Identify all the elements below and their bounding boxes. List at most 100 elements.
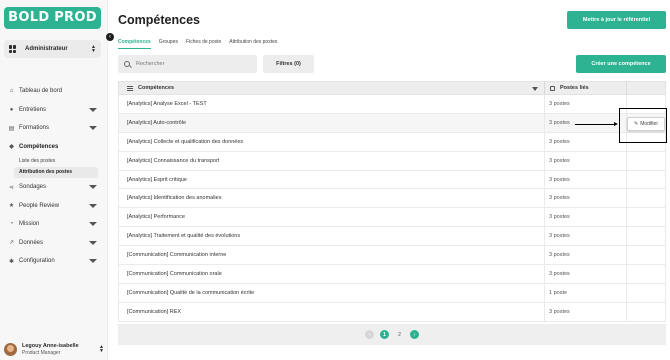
sidebar-item-label: Sondages xyxy=(19,184,47,191)
prev-page-button[interactable]: ‹ xyxy=(365,330,374,339)
role-label: Administrateur xyxy=(25,46,68,52)
linked-posts[interactable]: 3 postes xyxy=(545,132,627,151)
competence-name: [Communication] Communication orale xyxy=(119,265,545,283)
table-row[interactable]: [Analytics] Analyse Excel - TEST 3 postes xyxy=(118,95,666,114)
table-row[interactable]: [Communication] Qualité de la communicat… xyxy=(118,283,666,303)
pie-icon: ◔ xyxy=(9,221,14,228)
linked-posts[interactable]: 3 postes xyxy=(545,170,627,189)
sidebar-item-mission[interactable]: ◔ Mission xyxy=(0,215,108,234)
competence-name: [Analytics] Analyse Excel - TEST xyxy=(119,95,545,113)
column-header-postes-lies[interactable]: Postes liés xyxy=(545,82,627,94)
subitem-attribution-des-postes[interactable]: Attribution des postes xyxy=(14,167,98,178)
sidebar-item-sondages[interactable]: ⋖ Sondages xyxy=(0,178,108,197)
table-row[interactable]: [Analytics] Identification des anomalies… xyxy=(118,189,666,209)
sidebar-item-configuration[interactable]: ✱ Configuration xyxy=(0,252,108,271)
column-label: Postes liés xyxy=(560,85,589,91)
sidebar-item-formations[interactable]: ▤ Formations xyxy=(0,119,108,138)
row-actions xyxy=(627,227,665,245)
tabs: Compétences Groupes Fiches de poste Attr… xyxy=(118,39,285,49)
linked-posts[interactable]: 3 postes xyxy=(545,265,627,283)
pagination: ‹ 1 2 › xyxy=(118,324,666,345)
update-referential-button[interactable]: Mettre à jour le référentiel xyxy=(567,11,666,29)
row-actions xyxy=(627,189,665,207)
sidebar-item-people-review[interactable]: ★ People Review xyxy=(0,197,108,216)
table-row[interactable]: [Analytics] Connaissance du transport 3 p… xyxy=(118,151,666,171)
filters-button[interactable]: Filtres (0) xyxy=(263,55,314,73)
sidebar-item-tableau-de-bord[interactable]: ⌂ Tableau de bord xyxy=(0,82,108,101)
page-2-button[interactable]: 2 xyxy=(395,330,404,339)
linked-posts[interactable]: 3 postes xyxy=(545,246,627,265)
table-row[interactable]: [Analytics] Traitement et qualité des év… xyxy=(118,227,666,247)
sidebar-item-competences[interactable]: ◆ Compétences xyxy=(0,138,108,157)
competence-name: [Communication] Qualité de la communicat… xyxy=(119,283,545,302)
user-menu[interactable]: Legouy Anne-isabelle Product Manager ▲ ▼ xyxy=(4,341,104,357)
next-page-button[interactable]: › xyxy=(410,330,419,339)
sidebar-item-label: Entretiens xyxy=(19,106,47,113)
chevron-down-icon xyxy=(89,259,97,263)
row-actions xyxy=(627,208,665,226)
app-logo[interactable]: BOLD PROD xyxy=(4,7,101,29)
chevron-down-icon xyxy=(89,222,97,226)
table-row[interactable]: [Communication] REX 3 postes xyxy=(118,302,666,322)
sidebar-item-donnees[interactable]: ↗ Données xyxy=(0,234,108,253)
pencil-icon: ✎ xyxy=(634,121,639,127)
sort-down-icon[interactable] xyxy=(532,87,538,91)
table-row[interactable]: [Communication] Communication orale 3 pos… xyxy=(118,265,666,284)
table-row[interactable]: [Analytics] Esprit critique 3 postes xyxy=(118,170,666,190)
page-1-button[interactable]: 1 xyxy=(380,330,389,339)
document-icon xyxy=(550,85,555,91)
row-actions xyxy=(627,284,665,302)
updown-icon: ▲ ▼ xyxy=(91,44,96,54)
linked-posts[interactable]: 3 postes xyxy=(545,227,627,246)
tab-attribution-des-postes[interactable]: Attribution des postes xyxy=(229,39,277,49)
subitem-liste-des-postes[interactable]: Liste des postes xyxy=(0,156,108,167)
user-name: Legouy Anne-isabelle xyxy=(22,342,79,349)
sidebar-item-entretiens[interactable]: ● Entretiens xyxy=(0,101,108,120)
sidebar-item-label: Configuration xyxy=(19,258,55,265)
sidebar: BOLD PROD Administrateur ▲ ▼ ⌂ Tableau de… xyxy=(0,0,108,360)
tab-competences[interactable]: Compétences xyxy=(118,39,151,49)
share-icon: ⋖ xyxy=(8,184,15,191)
grid-icon xyxy=(9,45,17,53)
user-role: Product Manager xyxy=(22,349,61,356)
create-competence-button[interactable]: Créer une compétence xyxy=(576,55,666,73)
sidebar-nav: ⌂ Tableau de bord ● Entretiens ▤ Formati… xyxy=(0,82,108,271)
star-icon: ★ xyxy=(8,203,15,210)
table-row[interactable]: [Analytics] Performance 3 postes xyxy=(118,208,666,228)
column-label: Compétences xyxy=(138,85,175,91)
search-placeholder: Rechercher xyxy=(136,61,165,67)
home-icon: ⌂ xyxy=(9,88,14,95)
chevron-down-icon xyxy=(89,240,97,245)
search-input[interactable]: Rechercher xyxy=(118,55,257,73)
collapse-sidebar-button[interactable]: ‹ xyxy=(106,33,114,41)
linked-posts[interactable]: 3 postes xyxy=(545,189,627,208)
linked-posts[interactable]: 3 postes xyxy=(545,208,627,227)
chevron-down-icon xyxy=(89,185,97,189)
linked-posts[interactable]: 3 postes xyxy=(545,302,627,321)
column-header-competences[interactable]: Compétences xyxy=(119,82,545,94)
linked-posts[interactable]: 3 postes xyxy=(545,151,627,170)
updown-icon: ▲ ▼ xyxy=(99,344,104,354)
competence-name: [Analytics] Collecte et qualification de… xyxy=(119,132,545,151)
table-row[interactable]: [Analytics] Collecte et qualification de… xyxy=(118,132,666,152)
sidebar-item-label: People Review xyxy=(19,202,60,209)
sidebar-item-label: Données xyxy=(19,239,44,246)
linked-posts[interactable]: 3 postes xyxy=(545,95,627,113)
sidebar-item-label: Tableau de bord xyxy=(19,88,63,95)
role-selector[interactable]: Administrateur ▲ ▼ xyxy=(4,40,101,58)
avatar xyxy=(4,342,17,356)
competence-name: [Analytics] Performance xyxy=(119,208,545,227)
table-body: [Analytics] Analyse Excel - TEST 3 postes… xyxy=(118,95,666,322)
linked-posts[interactable]: 1 poste xyxy=(545,283,627,302)
arrow-head-icon xyxy=(614,122,618,126)
competence-name: [Analytics] Auto-contrôle xyxy=(119,113,545,132)
tab-fiches-de-poste[interactable]: Fiches de poste xyxy=(186,39,221,49)
chat-icon: ● xyxy=(9,106,14,113)
row-actions xyxy=(627,152,665,170)
row-actions xyxy=(627,265,665,283)
competence-name: [Communication] REX xyxy=(119,302,545,321)
tab-groupes[interactable]: Groupes xyxy=(159,39,178,49)
competence-name: [Analytics] Connaissance du transport xyxy=(119,151,545,170)
modify-button[interactable]: ✎ Modifier xyxy=(627,117,665,131)
table-row[interactable]: [Communication] Communication interne 3 p… xyxy=(118,246,666,266)
